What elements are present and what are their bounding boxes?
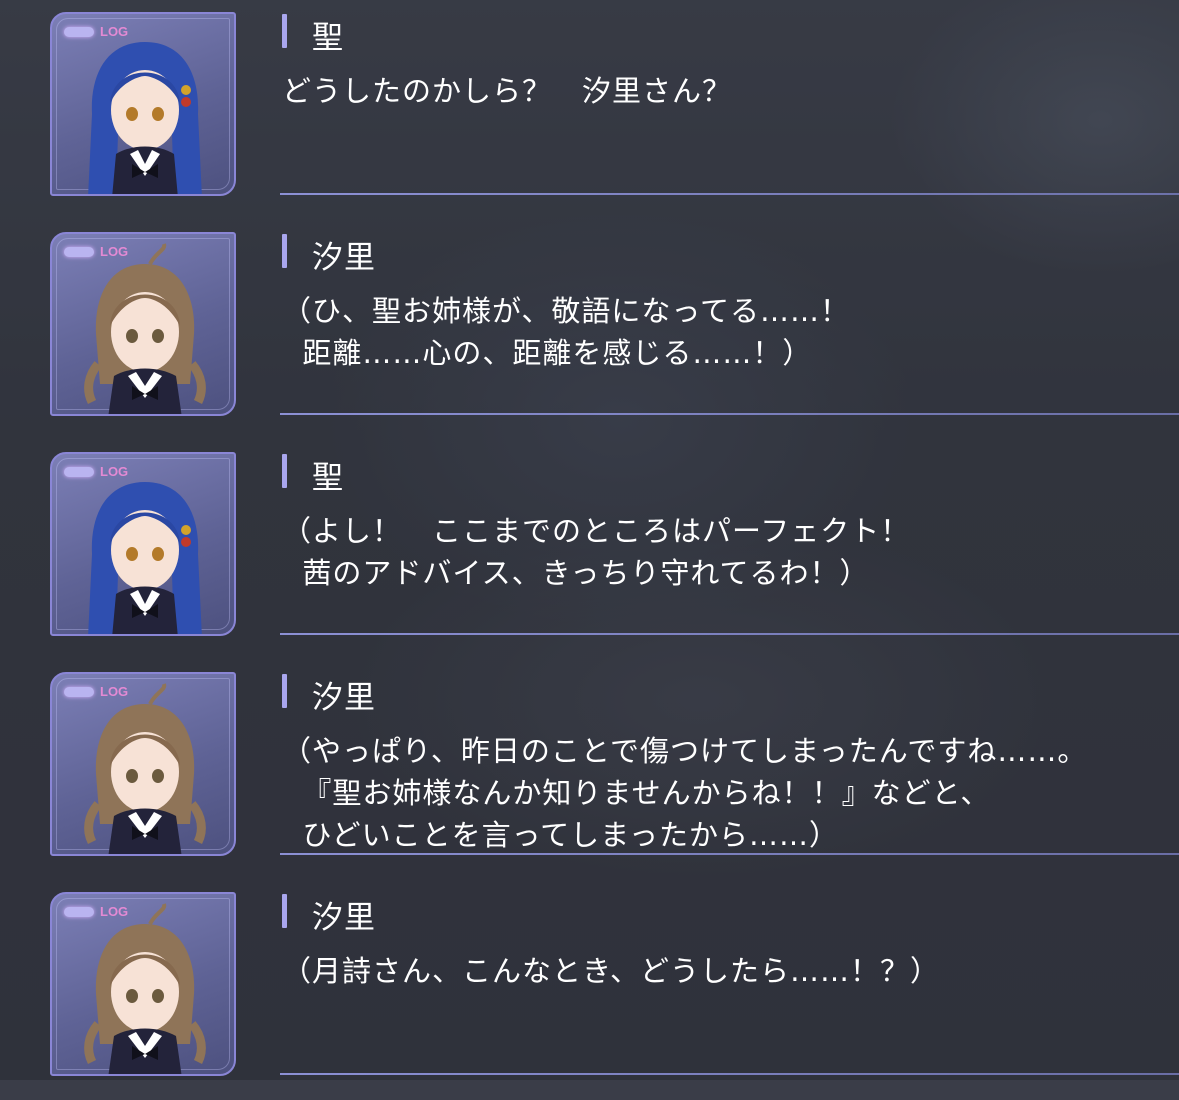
- dialogue-line: 茜のアドバイス、きっちり守れてるわ！）: [282, 556, 870, 590]
- brown-hair-girl-icon: [84, 683, 206, 854]
- entry-divider: [280, 853, 1179, 855]
- entry-divider: [280, 633, 1179, 635]
- speaker-marker: [282, 674, 287, 708]
- log-entry: LOG 汐里 （月詩さん、こんなとき、どうしたら……！？）: [0, 880, 1179, 1100]
- entry-divider: [280, 1073, 1179, 1075]
- dialogue-line: （よし！ ここまでのところはパーフェクト！: [282, 514, 911, 548]
- log-entry: LOG 汐里 （やっぱり、昨日のことで傷つけてしまったんですね……。 『聖お姉様…: [0, 660, 1179, 880]
- brown-hair-girl-icon: [84, 903, 206, 1074]
- dialogue-line: （やっぱり、昨日のことで傷つけてしまったんですね……。: [282, 734, 1088, 768]
- entry-divider: [280, 413, 1179, 415]
- speaker-name: 汐里: [312, 240, 376, 276]
- dialogue-line: （月詩さん、こんなとき、どうしたら……！？）: [282, 954, 940, 988]
- dialogue-line: ひどいことを言ってしまったから……）: [282, 818, 839, 852]
- dialogue-line: 距離……心の、距離を感じる……！）: [282, 336, 813, 370]
- dialogue-line: （ひ、聖お姉様が、敬語になってる……！: [282, 294, 850, 328]
- portrait-seiri: LOG: [50, 452, 236, 636]
- speaker-marker: [282, 894, 287, 928]
- portrait-shiori: LOG: [50, 892, 236, 1076]
- speaker-marker: [282, 234, 287, 268]
- speaker-marker: [282, 14, 287, 48]
- speaker-marker: [282, 454, 287, 488]
- log-entry: LOG 聖 どうしたのかしら？ 汐里さん？: [0, 0, 1179, 220]
- log-entry: LOG 聖 （よし！ ここまでのところはパーフェクト！ 茜のアドバイス、きっちり…: [0, 440, 1179, 660]
- entry-divider: [280, 193, 1179, 195]
- portrait-shiori: LOG: [50, 232, 236, 416]
- log-entry: LOG 汐里 （ひ、聖お姉様が、敬語になってる……！ 距離……心の、距離を感じる…: [0, 220, 1179, 440]
- portrait-shiori: LOG: [50, 672, 236, 856]
- blue-hair-girl-icon: [88, 482, 202, 634]
- portrait-seiri: LOG: [50, 12, 236, 196]
- dialogue-line: どうしたのかしら？ 汐里さん？: [282, 74, 733, 108]
- speaker-name: 聖: [312, 460, 344, 496]
- brown-hair-girl-icon: [84, 243, 206, 414]
- speaker-name: 汐里: [312, 900, 376, 936]
- speaker-name: 聖: [312, 20, 344, 56]
- speaker-name: 汐里: [312, 680, 376, 716]
- dialogue-line: 『聖お姉様なんか知りませんからね！！』などと、: [282, 776, 991, 810]
- blue-hair-girl-icon: [88, 42, 202, 194]
